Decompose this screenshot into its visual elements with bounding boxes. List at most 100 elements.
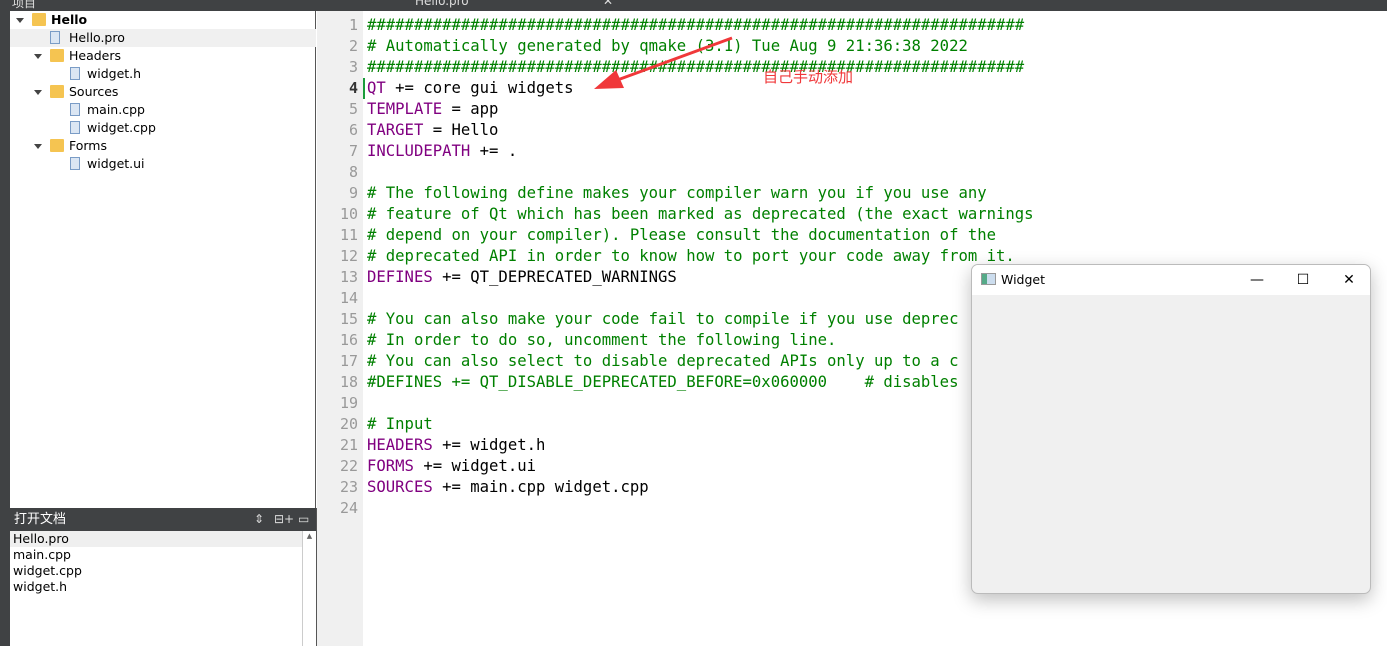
expand-arrow-icon[interactable] [34,54,42,59]
line-number: 14 [339,289,358,307]
code-text: += widget.h [432,436,546,454]
line-number: 13 [339,268,358,286]
line-number: 1 [348,16,358,34]
open-document-item[interactable]: main.cpp [10,547,302,563]
code-line[interactable]: #DEFINES += QT_DISABLE_DEPRECATED_BEFORE… [367,372,958,393]
line-number: 17 [339,352,358,370]
code-line[interactable]: DEFINES += QT_DEPRECATED_WARNINGS [367,267,677,288]
open-document-item[interactable]: Hello.pro [10,531,302,547]
line-number: 22 [339,457,358,475]
window-title: Widget [1001,272,1046,287]
window-app-icon [981,273,996,285]
code-keyword: SOURCES [367,478,433,496]
forms-folder-icon [50,139,64,152]
tree-item[interactable]: Sources [10,83,316,101]
code-line[interactable]: ########################################… [367,15,1024,36]
code-comment: #DEFINES += QT_DISABLE_DEPRECATED_BEFORE… [367,373,959,391]
code-line[interactable]: TARGET = Hello [367,120,498,141]
headers-folder-icon [50,49,64,62]
current-line-marker [363,78,365,99]
code-comment: # You can also select to disable depreca… [367,352,959,370]
code-line[interactable]: # You can also select to disable depreca… [367,351,958,372]
code-line[interactable]: TEMPLATE = app [367,99,498,120]
expand-arrow-icon[interactable] [34,90,42,95]
line-number: 2 [348,37,358,55]
code-line[interactable]: # Input [367,414,433,435]
code-line[interactable]: FORMS += widget.ui [367,456,536,477]
line-number: 18 [339,373,358,391]
project-tree[interactable]: Hello Hello.pro Headers widget.h Sources main… [10,11,316,508]
code-keyword: QT [367,79,386,97]
widget-window[interactable]: Widget — ☐ ✕ [971,264,1371,594]
close-panel-icon[interactable]: ▭ [298,508,309,531]
code-line[interactable]: # depend on your compiler). Please consu… [367,225,996,246]
line-number: 8 [348,163,358,181]
code-text: += . [470,142,518,160]
expand-arrow-icon[interactable] [16,18,24,23]
code-text: += main.cpp widget.cpp [432,478,649,496]
open-document-item[interactable]: widget.h [10,579,302,595]
tree-item-label: widget.ui [87,156,145,171]
window-titlebar[interactable]: Widget — ☐ ✕ [972,265,1370,295]
code-line[interactable]: SOURCES += main.cpp widget.cpp [367,477,649,498]
code-line[interactable]: # In order to do so, uncomment the follo… [367,330,836,351]
code-text: = app [442,100,499,118]
code-keyword: TARGET [367,121,424,139]
code-keyword: FORMS [367,457,414,475]
sources-folder-icon [50,85,64,98]
line-number: 19 [339,394,358,412]
code-line[interactable]: # You can also make your code fail to co… [367,309,958,330]
line-number: 21 [339,436,358,454]
tree-item[interactable]: Hello [10,11,316,29]
code-comment: # Input [367,415,433,433]
code-line[interactable]: QT += core gui widgets [367,78,574,99]
line-number: 6 [348,121,358,139]
line-number: 10 [339,205,358,223]
tree-item-label: widget.h [87,66,142,81]
maximize-button[interactable]: ☐ [1280,265,1326,295]
code-comment: ########################################… [367,16,1025,34]
tree-item[interactable]: widget.h [10,65,316,83]
code-comment: # The following define makes your compil… [367,184,987,202]
scrollbar[interactable]: ▲ [302,531,316,646]
minimize-button[interactable]: — [1234,265,1280,295]
code-line[interactable]: HEADERS += widget.h [367,435,545,456]
code-line[interactable]: # The following define makes your compil… [367,183,987,204]
code-text: += core gui widgets [385,79,574,97]
line-number: 23 [339,478,358,496]
code-keyword: HEADERS [367,436,433,454]
line-number: 24 [339,499,358,517]
line-number: 3 [348,58,358,76]
code-keyword: TEMPLATE [367,100,443,118]
close-button[interactable]: ✕ [1326,265,1370,295]
code-line[interactable]: # deprecated API in order to know how to… [367,246,1015,267]
tree-item[interactable]: Headers [10,47,316,65]
open-documents-title: 打开文档 [14,512,67,527]
open-documents-list[interactable]: Hello.pro main.cpp widget.cpp widget.h [10,531,302,646]
open-documents-header: 打开文档 ⇕ ⊟+ ▭ [10,508,316,531]
top-toolbar: 项目 Hello.pro ✕ [0,0,1387,11]
tree-item[interactable]: widget.cpp [10,119,316,137]
split-icon[interactable]: ⊟+ [274,508,294,531]
line-number: 4 [348,79,358,97]
close-editor-icon[interactable]: ✕ [603,0,613,8]
sort-icon[interactable]: ⇕ [254,508,264,531]
line-number: 12 [339,247,358,265]
code-line[interactable]: # feature of Qt which has been marked as… [367,204,1034,225]
code-text: += QT_DEPRECATED_WARNINGS [432,268,677,286]
tree-item[interactable]: Forms [10,137,316,155]
open-document-item[interactable]: widget.cpp [10,563,302,579]
code-text: += widget.ui [413,457,537,475]
project-panel-title: 项目 [12,0,37,10]
code-comment: # deprecated API in order to know how to… [367,247,1015,265]
code-comment: # In order to do so, uncomment the follo… [367,331,837,349]
tree-item[interactable]: Hello.pro [10,29,316,47]
cpp-file-icon [70,121,80,134]
tree-item-label: Sources [69,84,119,99]
expand-arrow-icon[interactable] [34,144,42,149]
tree-item[interactable]: widget.ui [10,155,316,173]
editor-tab-hello-pro[interactable]: Hello.pro [415,0,469,8]
line-number: 11 [339,226,358,244]
tree-item[interactable]: main.cpp [10,101,316,119]
code-line[interactable]: INCLUDEPATH += . [367,141,517,162]
